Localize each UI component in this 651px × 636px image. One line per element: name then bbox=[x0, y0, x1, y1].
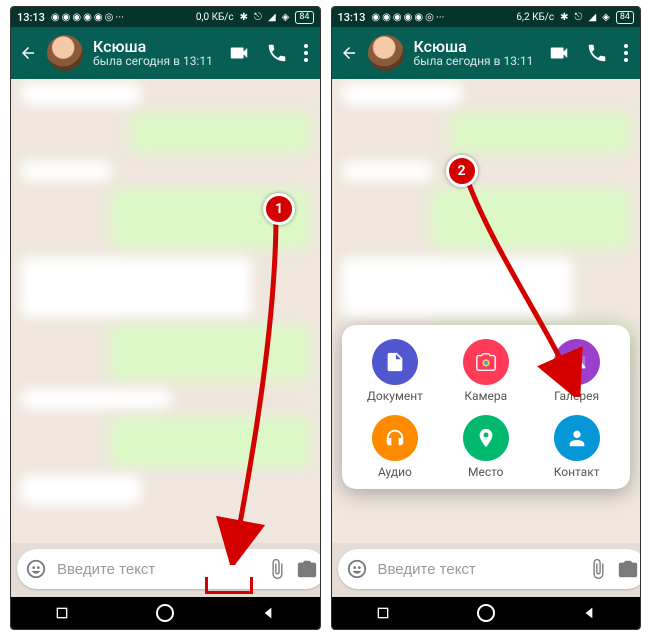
phone-screenshot-right: 13:13 ◉◉◉◉◉◎··· 6,2 КБ/с ✱ ⎋ ◢ ◈ 84 Ксюш… bbox=[331, 6, 642, 630]
message-composer bbox=[338, 549, 642, 589]
contact-name: Ксюша bbox=[414, 38, 534, 56]
signal-icon: ◢ bbox=[268, 12, 276, 23]
chat-messages-area[interactable]: Документ Камера Галерея bbox=[332, 79, 641, 543]
statusbar-app-icons: ◉◉◉◉◉◎··· bbox=[371, 11, 444, 24]
video-call-icon[interactable] bbox=[228, 42, 250, 64]
attach-label: Камера bbox=[464, 389, 507, 403]
message-bubble-in bbox=[342, 161, 432, 181]
attach-label: Галерея bbox=[554, 389, 599, 403]
attach-location[interactable]: Место bbox=[440, 415, 531, 479]
contact-avatar[interactable] bbox=[47, 35, 83, 71]
message-bubble-in bbox=[21, 83, 141, 105]
statusbar-time: 13:13 bbox=[338, 11, 366, 24]
contact-name: Ксюша bbox=[93, 38, 213, 56]
message-bubble-in bbox=[21, 475, 141, 505]
message-bubble-in bbox=[21, 161, 111, 181]
chat-messages-area[interactable] bbox=[11, 79, 320, 543]
android-status-bar: 13:13 ◉◉◉◉◉◎··· 0,0 КБ/с ✱ ⎋ ◢ ◈ 84 bbox=[11, 7, 320, 27]
contact-avatar[interactable] bbox=[368, 35, 404, 71]
composer-row bbox=[11, 543, 320, 597]
attach-audio[interactable]: Аудио bbox=[350, 415, 441, 479]
voice-call-icon[interactable] bbox=[586, 42, 608, 64]
statusbar-app-icons: ◉◉◉◉◉◎··· bbox=[51, 11, 124, 24]
video-call-icon[interactable] bbox=[548, 42, 570, 64]
contact-info[interactable]: Ксюша была сегодня в 13:11 bbox=[414, 38, 534, 69]
volte-icon: ⎋ bbox=[575, 12, 583, 23]
annotation-bracket bbox=[205, 577, 253, 594]
nav-recent-icon[interactable] bbox=[375, 605, 391, 621]
attach-contact[interactable]: Контакт bbox=[531, 415, 622, 479]
camera-icon[interactable] bbox=[296, 558, 318, 580]
menu-kebab-icon[interactable] bbox=[304, 44, 308, 62]
attach-camera[interactable]: Камера bbox=[440, 339, 531, 403]
message-bubble-out bbox=[130, 113, 310, 153]
voice-call-icon[interactable] bbox=[266, 42, 288, 64]
nav-back-icon[interactable] bbox=[260, 605, 276, 621]
phone-screenshot-left: 13:13 ◉◉◉◉◉◎··· 0,0 КБ/с ✱ ⎋ ◢ ◈ 84 Ксюш… bbox=[10, 6, 321, 630]
emoji-icon[interactable] bbox=[346, 558, 368, 580]
message-bubble-out bbox=[430, 189, 630, 249]
contact-info[interactable]: Ксюша была сегодня в 13:11 bbox=[93, 38, 213, 69]
message-bubble-out bbox=[110, 325, 310, 381]
message-bubble-in bbox=[342, 83, 462, 105]
message-input[interactable] bbox=[376, 560, 579, 579]
volte-icon: ⎋ bbox=[254, 12, 262, 23]
camera-icon[interactable] bbox=[617, 558, 639, 580]
wifi-icon: ◈ bbox=[602, 12, 610, 23]
attach-icon[interactable] bbox=[587, 558, 609, 580]
emoji-icon[interactable] bbox=[25, 558, 47, 580]
statusbar-time: 13:13 bbox=[17, 11, 45, 24]
bluetooth-icon: ✱ bbox=[240, 12, 248, 23]
statusbar-net-speed: 0,0 КБ/с bbox=[196, 12, 234, 23]
attach-gallery[interactable]: Галерея bbox=[531, 339, 622, 403]
battery-indicator: 84 bbox=[616, 11, 634, 24]
message-bubble-in bbox=[21, 257, 251, 317]
contact-last-seen: была сегодня в 13:11 bbox=[93, 55, 213, 68]
attach-label: Контакт bbox=[554, 465, 600, 479]
nav-home-icon[interactable] bbox=[156, 604, 174, 622]
attach-document[interactable]: Документ bbox=[350, 339, 441, 403]
nav-back-icon[interactable] bbox=[581, 605, 597, 621]
attach-icon[interactable] bbox=[266, 558, 288, 580]
android-nav-bar bbox=[11, 597, 320, 629]
message-composer bbox=[17, 549, 321, 589]
annotation-badge-1: 1 bbox=[263, 193, 295, 225]
contact-last-seen: была сегодня в 13:11 bbox=[414, 55, 534, 68]
attach-label: Аудио bbox=[378, 465, 412, 479]
wifi-icon: ◈ bbox=[282, 12, 290, 23]
message-bubble-out bbox=[450, 113, 630, 153]
attachment-panel: Документ Камера Галерея bbox=[342, 325, 631, 489]
menu-kebab-icon[interactable] bbox=[624, 44, 628, 62]
message-bubble-out bbox=[110, 417, 310, 467]
camera-color-icon bbox=[463, 339, 509, 385]
annotation-badge-2: 2 bbox=[446, 155, 478, 187]
location-icon bbox=[463, 415, 509, 461]
audio-icon bbox=[372, 415, 418, 461]
attach-label: Место bbox=[468, 465, 504, 479]
document-icon bbox=[372, 339, 418, 385]
android-nav-bar bbox=[332, 597, 641, 629]
message-bubble-in bbox=[21, 389, 171, 409]
statusbar-net-speed: 6,2 КБ/с bbox=[516, 12, 554, 23]
signal-icon: ◢ bbox=[588, 12, 596, 23]
chat-header: Ксюша была сегодня в 13:11 bbox=[332, 27, 641, 79]
nav-recent-icon[interactable] bbox=[54, 605, 70, 621]
bluetooth-icon: ✱ bbox=[560, 12, 568, 23]
back-arrow-icon[interactable] bbox=[19, 44, 37, 62]
back-arrow-icon[interactable] bbox=[340, 44, 358, 62]
attach-label: Документ bbox=[367, 389, 423, 403]
battery-indicator: 84 bbox=[295, 11, 313, 24]
nav-home-icon[interactable] bbox=[477, 604, 495, 622]
android-status-bar: 13:13 ◉◉◉◉◉◎··· 6,2 КБ/с ✱ ⎋ ◢ ◈ 84 bbox=[332, 7, 641, 27]
gallery-icon bbox=[554, 339, 600, 385]
contact-icon bbox=[554, 415, 600, 461]
composer-row bbox=[332, 543, 641, 597]
message-input[interactable] bbox=[55, 560, 258, 579]
chat-header: Ксюша была сегодня в 13:11 bbox=[11, 27, 320, 79]
message-bubble-in bbox=[342, 257, 572, 317]
